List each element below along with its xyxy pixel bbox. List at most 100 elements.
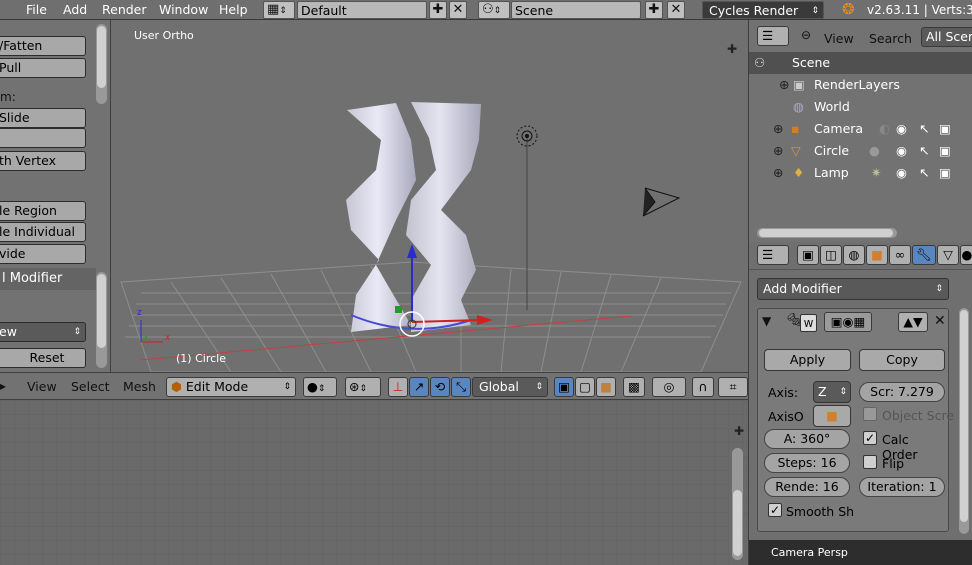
screen-layout-selector[interactable]: ▦⇕ — [263, 1, 295, 19]
calc-order-checkbox[interactable]: ✓ — [863, 431, 877, 445]
axis-dropdown[interactable]: Z ⇕ — [813, 381, 851, 403]
tab-constraints[interactable]: ∞ — [889, 245, 911, 265]
menu-mesh[interactable]: Mesh — [123, 379, 156, 394]
modifier-visibility-toggles[interactable]: ▣◉▦ — [824, 312, 872, 332]
mode-dropdown[interactable]: ⬢ Edit Mode ⇕ — [166, 377, 296, 397]
editor-type-dropdown[interactable]: ☰ — [757, 26, 789, 46]
viewport-shading-dropdown[interactable]: ●⇕ — [303, 377, 337, 397]
eye-icon[interactable]: ◉ — [896, 118, 907, 140]
render-steps-field[interactable]: Rende: 16 — [764, 477, 850, 497]
modifier-name-field[interactable]: w — [800, 314, 817, 332]
manipulator-toggle[interactable]: ⊥ — [388, 377, 408, 397]
object-screw-checkbox[interactable] — [863, 407, 877, 421]
iterations-field[interactable]: Iteration: 1 — [859, 477, 945, 497]
display-mode-dropdown[interactable]: All Scenes — [921, 27, 972, 47]
cursor-icon[interactable]: ↖ — [919, 162, 929, 184]
tool-shelf-scrollbar[interactable] — [96, 24, 107, 104]
expand-icon[interactable]: ⊕ — [779, 74, 789, 96]
outliner-hscrollbar[interactable] — [757, 228, 897, 238]
tool-button-individual[interactable]: le Individual — [0, 222, 86, 242]
pivot-point-dropdown[interactable]: ⊛⇕ — [345, 377, 381, 397]
eye-icon[interactable]: ◉ — [896, 140, 907, 162]
angle-field[interactable]: A: 360° — [764, 429, 850, 449]
scrollbar-thumb[interactable] — [97, 26, 106, 88]
smooth-shading-checkbox[interactable]: ✓ — [768, 503, 782, 517]
lamp-data-icon[interactable]: ✷ — [871, 162, 881, 184]
outliner-row-world[interactable]: ◍ World — [749, 96, 972, 118]
expand-icon[interactable]: ⊕ — [773, 118, 783, 140]
remove-modifier-icon[interactable]: ✕ — [934, 313, 946, 329]
tool-button-region[interactable]: le Region — [0, 201, 86, 221]
properties-scrollbar[interactable] — [959, 308, 969, 534]
screw-offset-field[interactable]: Scr: 7.279 — [859, 382, 945, 402]
tool-button-blank[interactable] — [0, 128, 86, 148]
reset-button[interactable]: Reset — [0, 348, 86, 368]
tool-button-vertex[interactable]: th Vertex — [0, 151, 86, 171]
menu-select[interactable]: Select — [71, 379, 110, 394]
collapse-arrow-icon[interactable]: ▼ — [762, 314, 771, 328]
cursor-icon[interactable]: ↖ — [919, 118, 929, 140]
menu-window[interactable]: Window — [159, 2, 208, 18]
render-engine-dropdown[interactable]: Cycles Render ⇕ — [702, 1, 824, 19]
outliner-row-scene[interactable]: ⚇ Scene — [749, 52, 972, 74]
lower-scrollbar[interactable] — [732, 448, 743, 560]
move-modifier-buttons[interactable]: ▲▼ — [898, 312, 928, 332]
outliner-row-circle[interactable]: ⊕ ▽ Circle ● ◉ ↖ ▣ — [749, 140, 972, 162]
scale-manipulator[interactable]: ⤡ — [451, 377, 471, 397]
face-select-mode[interactable]: ■ — [596, 377, 616, 397]
remove-scene-button[interactable]: ✕ — [667, 1, 685, 19]
render-camera-icon[interactable]: ▣ — [939, 162, 951, 184]
tool-button-pull[interactable]: Pull — [0, 58, 86, 78]
tool-button-subdivide[interactable]: vide — [0, 244, 86, 264]
menu-outliner-view[interactable]: View — [824, 31, 854, 46]
axis-object-field[interactable]: ■ — [813, 405, 851, 427]
vertex-select-mode[interactable]: ▣ — [554, 377, 574, 397]
edge-select-mode[interactable]: ▢ — [575, 377, 595, 397]
proportional-editing-dropdown[interactable]: ◎ — [652, 377, 686, 397]
render-camera-icon[interactable]: ▣ — [939, 118, 951, 140]
tab-data[interactable]: ▽ — [937, 245, 959, 265]
screen-layout-field[interactable]: Default — [297, 1, 427, 19]
add-screen-button[interactable]: ✚ — [429, 1, 447, 19]
tool-button-slide[interactable]: Slide — [0, 108, 86, 128]
transform-orientation-dropdown[interactable]: Global ⇕ — [472, 377, 548, 397]
outliner-row-renderlayers[interactable]: ⊕ ▣ RenderLayers — [749, 74, 972, 96]
copy-button[interactable]: Copy — [859, 349, 945, 371]
scrollbar-thumb[interactable] — [759, 229, 893, 237]
add-modifier-dropdown[interactable]: Add Modifier ⇕ — [757, 278, 949, 300]
tab-render-layers[interactable]: ◫ — [820, 245, 842, 265]
apply-button[interactable]: Apply — [764, 349, 851, 371]
tab-modifiers[interactable]: 🔧︎ — [912, 245, 936, 265]
scrollbar-thumb[interactable] — [97, 274, 106, 348]
scrollbar-thumb[interactable] — [960, 310, 968, 522]
tab-render[interactable]: ▣ — [797, 245, 819, 265]
lower-editor-area[interactable]: ✚ — [0, 400, 748, 565]
outliner-row-lamp[interactable]: ⊕ ♦ Lamp ✷ ◉ ↖ ▣ — [749, 162, 972, 184]
scene-field[interactable]: Scene — [511, 1, 641, 19]
steps-field[interactable]: Steps: 16 — [764, 453, 850, 473]
menu-file[interactable]: File — [26, 2, 47, 18]
editor-type-button[interactable] — [0, 0, 22, 20]
menu-view[interactable]: View — [27, 379, 57, 394]
operator-scrollbar[interactable] — [96, 272, 107, 368]
collapse-icon[interactable]: ⊖ — [801, 28, 811, 42]
editor-type-icon[interactable]: ▸ — [0, 379, 6, 393]
menu-add[interactable]: Add — [63, 2, 87, 18]
expand-icon[interactable]: ⊕ — [773, 162, 783, 184]
limit-selection-toggle[interactable]: ▩ — [623, 377, 645, 397]
editor-type-dropdown[interactable]: ☰ — [757, 245, 789, 265]
flip-checkbox[interactable] — [863, 455, 877, 469]
cursor-icon[interactable]: ↖ — [919, 140, 929, 162]
menu-render[interactable]: Render — [102, 2, 147, 18]
tool-button-fatten[interactable]: /Fatten — [0, 36, 86, 56]
scene-selector[interactable]: ⚇⇕ — [478, 1, 510, 19]
expand-icon[interactable]: ✚ — [734, 424, 744, 438]
camera-preview[interactable]: Camera Persp — [749, 540, 972, 565]
view-select-dropdown[interactable]: ew ⇕ — [0, 322, 86, 342]
tab-object[interactable]: ■ — [866, 245, 888, 265]
tab-material[interactable]: ● — [960, 245, 972, 265]
menu-outliner-search[interactable]: Search — [869, 31, 912, 46]
remove-screen-button[interactable]: ✕ — [449, 1, 467, 19]
rotate-manipulator[interactable]: ⟲ — [430, 377, 450, 397]
menu-help[interactable]: Help — [219, 2, 248, 18]
